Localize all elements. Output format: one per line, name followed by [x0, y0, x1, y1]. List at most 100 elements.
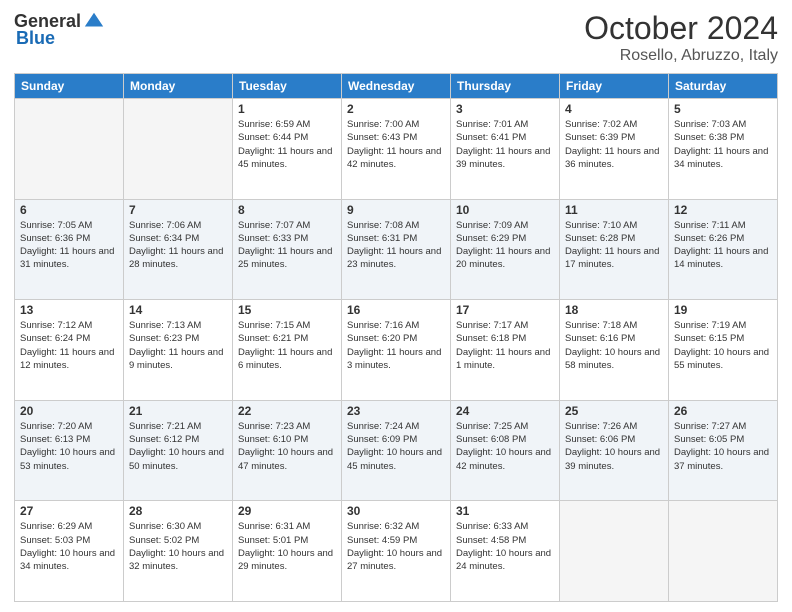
- daylight-text: Daylight: 11 hours and 42 minutes.: [347, 146, 441, 170]
- day-number: 18: [565, 303, 663, 317]
- day-number: 29: [238, 504, 336, 518]
- day-number: 25: [565, 404, 663, 418]
- table-row: 10Sunrise: 7:09 AMSunset: 6:29 PMDayligh…: [451, 199, 560, 300]
- header-thursday: Thursday: [451, 74, 560, 99]
- sunset-text: Sunset: 6:20 PM: [347, 333, 417, 344]
- day-number: 5: [674, 102, 772, 116]
- day-info: Sunrise: 7:15 AMSunset: 6:21 PMDaylight:…: [238, 319, 336, 372]
- page: General Blue October 2024 Rosello, Abruz…: [0, 0, 792, 612]
- table-row: 14Sunrise: 7:13 AMSunset: 6:23 PMDayligh…: [124, 300, 233, 401]
- daylight-text: Daylight: 11 hours and 28 minutes.: [129, 246, 223, 270]
- day-number: 23: [347, 404, 445, 418]
- day-number: 28: [129, 504, 227, 518]
- day-number: 7: [129, 203, 227, 217]
- sunrise-text: Sunrise: 7:24 AM: [347, 421, 419, 432]
- day-info: Sunrise: 6:29 AMSunset: 5:03 PMDaylight:…: [20, 520, 118, 573]
- day-info: Sunrise: 7:26 AMSunset: 6:06 PMDaylight:…: [565, 420, 663, 473]
- table-row: 7 Sunrise: 7:06 AMSunset: 6:34 PMDaylight…: [124, 199, 233, 300]
- sunrise-text: Sunrise: 7:03 AM: [674, 119, 746, 130]
- sunset-text: Sunset: 6:10 PM: [238, 434, 308, 445]
- day-info: Sunrise: 7:17 AM Sunset: 6:18 PM Daylight:…: [456, 319, 554, 372]
- table-row: 24Sunrise: 7:25 AMSunset: 6:08 PMDayligh…: [451, 400, 560, 501]
- daylight-text: Daylight: 11 hours and 9 minutes.: [129, 347, 223, 371]
- day-info: Sunrise: 7:07 AMSunset: 6:33 PMDaylight:…: [238, 219, 336, 272]
- table-row: 19Sunrise: 7:19 AMSunset: 6:15 PMDayligh…: [669, 300, 778, 401]
- sunset-text: Sunset: 6:18 PM: [456, 333, 526, 344]
- daylight-text: Daylight: 11 hours and 36 minutes.: [565, 146, 659, 170]
- daylight-text: Daylight: 10 hours and 53 minutes.: [20, 447, 115, 471]
- daylight-text: Daylight: 11 hours and 17 minutes.: [565, 246, 659, 270]
- day-info: Sunrise: 7:23 AMSunset: 6:10 PMDaylight:…: [238, 420, 336, 473]
- day-number: 14: [129, 303, 227, 317]
- daylight-text: Daylight: 10 hours and 42 minutes.: [456, 447, 551, 471]
- sunset-text: Sunset: 6:23 PM: [129, 333, 199, 344]
- sunrise-text: Sunrise: 6:59 AM: [238, 119, 310, 130]
- table-row: 6Sunrise: 7:05 AMSunset: 6:36 PMDaylight…: [15, 199, 124, 300]
- day-info: Sunrise: 7:00 AMSunset: 6:43 PMDaylight:…: [347, 118, 445, 171]
- table-row: 12Sunrise: 7:11 AMSunset: 6:26 PMDayligh…: [669, 199, 778, 300]
- daylight-text: Daylight: 11 hours and 31 minutes.: [20, 246, 114, 270]
- sunrise-text: Sunrise: 7:27 AM: [674, 421, 746, 432]
- sunrise-text: Sunrise: 7:20 AM: [20, 421, 92, 432]
- sunset-text: Sunset: 6:15 PM: [674, 333, 744, 344]
- header-tuesday: Tuesday: [233, 74, 342, 99]
- day-number: 24: [456, 404, 554, 418]
- table-row: 17 Sunrise: 7:17 AM Sunset: 6:18 PM Dayligh…: [451, 300, 560, 401]
- sunrise-text: Sunrise: 7:16 AM: [347, 320, 419, 331]
- table-row: 4Sunrise: 7:02 AMSunset: 6:39 PMDaylight…: [560, 99, 669, 200]
- sunrise-text: Sunrise: 7:19 AM: [674, 320, 746, 331]
- daylight-text: Daylight: 10 hours and 37 minutes.: [674, 447, 769, 471]
- day-info: Sunrise: 7:06 AMSunset: 6:34 PMDaylight:…: [129, 219, 227, 272]
- table-row: 27Sunrise: 6:29 AMSunset: 5:03 PMDayligh…: [15, 501, 124, 602]
- sunrise-text: Sunrise: 7:10 AM: [565, 220, 637, 231]
- daylight-text: Daylight: 11 hours and 39 minutes.: [456, 146, 550, 170]
- day-number: 22: [238, 404, 336, 418]
- table-row: [560, 501, 669, 602]
- day-number: 12: [674, 203, 772, 217]
- sunset-text: Sunset: 6:06 PM: [565, 434, 635, 445]
- day-number: 15: [238, 303, 336, 317]
- day-number: 30: [347, 504, 445, 518]
- sunset-text: Sunset: 6:38 PM: [674, 132, 744, 143]
- day-info: Sunrise: 6:32 AMSunset: 4:59 PMDaylight:…: [347, 520, 445, 573]
- day-info: Sunrise: 6:59 AMSunset: 6:44 PMDaylight:…: [238, 118, 336, 171]
- day-info: Sunrise: 7:16 AM Sunset: 6:20 PM Daylight:…: [347, 319, 445, 372]
- day-info: Sunrise: 7:05 AMSunset: 6:36 PMDaylight:…: [20, 219, 118, 272]
- daylight-text: Daylight: 10 hours and 55 minutes.: [674, 347, 769, 371]
- month-title: October 2024: [584, 10, 778, 47]
- table-row: 21Sunrise: 7:21 AMSunset: 6:12 PMDayligh…: [124, 400, 233, 501]
- calendar-table: Sunday Monday Tuesday Wednesday Thursday…: [14, 73, 778, 602]
- sunset-text: Sunset: 6:29 PM: [456, 233, 526, 244]
- day-info: Sunrise: 7:27 AMSunset: 6:05 PMDaylight:…: [674, 420, 772, 473]
- sunset-text: Sunset: 6:24 PM: [20, 333, 90, 344]
- daylight-text: Daylight: 11 hours and 45 minutes.: [238, 146, 332, 170]
- sunset-text: Sunset: 4:59 PM: [347, 535, 417, 546]
- daylight-text: Daylight: 11 hours and 25 minutes.: [238, 246, 332, 270]
- calendar-week-row: 13Sunrise: 7:12 AMSunset: 6:24 PMDayligh…: [15, 300, 778, 401]
- sunrise-text: Sunrise: 7:23 AM: [238, 421, 310, 432]
- header-monday: Monday: [124, 74, 233, 99]
- table-row: 11Sunrise: 7:10 AMSunset: 6:28 PMDayligh…: [560, 199, 669, 300]
- calendar-week-row: 6Sunrise: 7:05 AMSunset: 6:36 PMDaylight…: [15, 199, 778, 300]
- header-friday: Friday: [560, 74, 669, 99]
- calendar-header-row: Sunday Monday Tuesday Wednesday Thursday…: [15, 74, 778, 99]
- daylight-text: Daylight: 11 hours and 1 minute.: [456, 347, 550, 371]
- day-info: Sunrise: 7:21 AMSunset: 6:12 PMDaylight:…: [129, 420, 227, 473]
- table-row: 22Sunrise: 7:23 AMSunset: 6:10 PMDayligh…: [233, 400, 342, 501]
- day-info: Sunrise: 7:12 AMSunset: 6:24 PMDaylight:…: [20, 319, 118, 372]
- sunrise-text: Sunrise: 7:21 AM: [129, 421, 201, 432]
- sunrise-text: Sunrise: 7:15 AM: [238, 320, 310, 331]
- calendar-week-row: 20Sunrise: 7:20 AMSunset: 6:13 PMDayligh…: [15, 400, 778, 501]
- sunrise-text: Sunrise: 7:09 AM: [456, 220, 528, 231]
- logo-area: General Blue: [14, 10, 105, 49]
- sunrise-text: Sunrise: 7:25 AM: [456, 421, 528, 432]
- sunset-text: Sunset: 6:33 PM: [238, 233, 308, 244]
- daylight-text: Daylight: 11 hours and 3 minutes.: [347, 347, 441, 371]
- logo-icon: [83, 10, 105, 32]
- daylight-text: Daylight: 10 hours and 50 minutes.: [129, 447, 224, 471]
- sunrise-text: Sunrise: 7:17 AM: [456, 320, 528, 331]
- day-number: 17: [456, 303, 554, 317]
- sunrise-text: Sunrise: 7:01 AM: [456, 119, 528, 130]
- day-number: 9: [347, 203, 445, 217]
- table-row: 9Sunrise: 7:08 AMSunset: 6:31 PMDaylight…: [342, 199, 451, 300]
